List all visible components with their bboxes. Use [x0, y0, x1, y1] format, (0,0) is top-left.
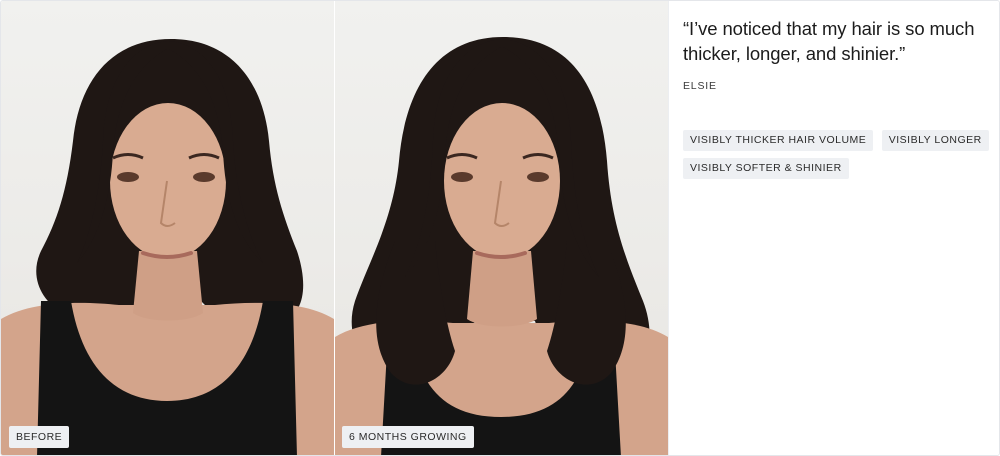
after-label: 6 MONTHS GROWING [342, 426, 474, 448]
benefit-tag: VISIBLY LONGER [881, 130, 989, 151]
benefit-tag: VISIBLY SOFTER & SHINIER [683, 158, 849, 179]
before-after-card: BEFORE 6 MONTHS GROWING “I’ve noticed th… [0, 0, 1000, 456]
testimonial-author: ELSIE [683, 80, 717, 92]
benefit-tag: VISIBLY THICKER HAIR VOLUME [683, 130, 874, 151]
review-panel: “I’ve noticed that my hair is so much th… [668, 1, 999, 455]
after-photo: 6 MONTHS GROWING [335, 1, 668, 455]
benefit-tags: VISIBLY THICKER HAIR VOLUME VISIBLY LONG… [683, 130, 993, 186]
before-photo: BEFORE [1, 1, 334, 455]
before-portrait-image [1, 39, 334, 455]
after-portrait-image [335, 37, 668, 455]
before-label: BEFORE [9, 426, 70, 448]
testimonial-quote: “I’ve noticed that my hair is so much th… [683, 18, 975, 64]
